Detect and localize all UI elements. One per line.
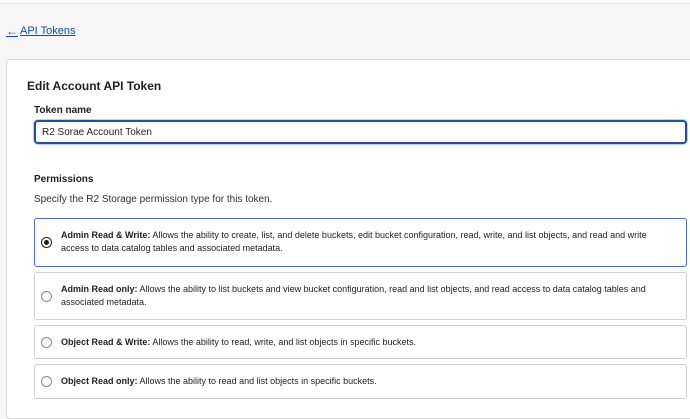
permission-option-text: Admin Read & Write: Allows the ability t…: [61, 229, 674, 255]
permission-option-text: Admin Read only: Allows the ability to l…: [61, 283, 674, 309]
arrow-left-icon: ←: [6, 24, 18, 38]
permission-name: Admin Read & Write:: [61, 230, 151, 240]
permission-name: Object Read & Write:: [61, 337, 151, 347]
edit-token-card: Edit Account API Token Token name Permis…: [6, 59, 690, 419]
permission-name: Admin Read only:: [61, 284, 138, 294]
permission-option-object-read-write[interactable]: Object Read & Write: Allows the ability …: [34, 325, 687, 359]
radio-button[interactable]: [41, 290, 52, 302]
permission-description: Allows the ability to read, write, and l…: [150, 337, 416, 347]
permission-option-text: Object Read & Write: Allows the ability …: [61, 336, 674, 349]
top-bar: [0, 0, 690, 4]
permission-option-object-read-only[interactable]: Object Read only: Allows the ability to …: [34, 364, 687, 399]
permission-description: Allows the ability to read and list obje…: [137, 376, 377, 386]
permission-description: Allows the ability to list buckets and v…: [61, 284, 646, 307]
radio-button[interactable]: [41, 376, 52, 387]
token-name-label: Token name: [34, 105, 92, 116]
back-link-label: API Tokens: [20, 25, 76, 37]
radio-button[interactable]: [41, 336, 52, 348]
permission-option-text: Object Read only: Allows the ability to …: [61, 375, 674, 388]
permission-option-admin-read-only[interactable]: Admin Read only: Allows the ability to l…: [34, 272, 687, 320]
permissions-heading: Permissions: [34, 174, 94, 185]
page-title: Edit Account API Token: [27, 79, 162, 93]
token-name-input[interactable]: [34, 120, 687, 144]
permission-name: Object Read only:: [61, 376, 138, 386]
permission-option-admin-read-write[interactable]: Admin Read & Write: Allows the ability t…: [34, 218, 687, 267]
back-to-api-tokens-link[interactable]: ← API Tokens: [6, 24, 75, 38]
permissions-description: Specify the R2 Storage permission type f…: [34, 194, 273, 205]
radio-button[interactable]: [41, 237, 52, 248]
